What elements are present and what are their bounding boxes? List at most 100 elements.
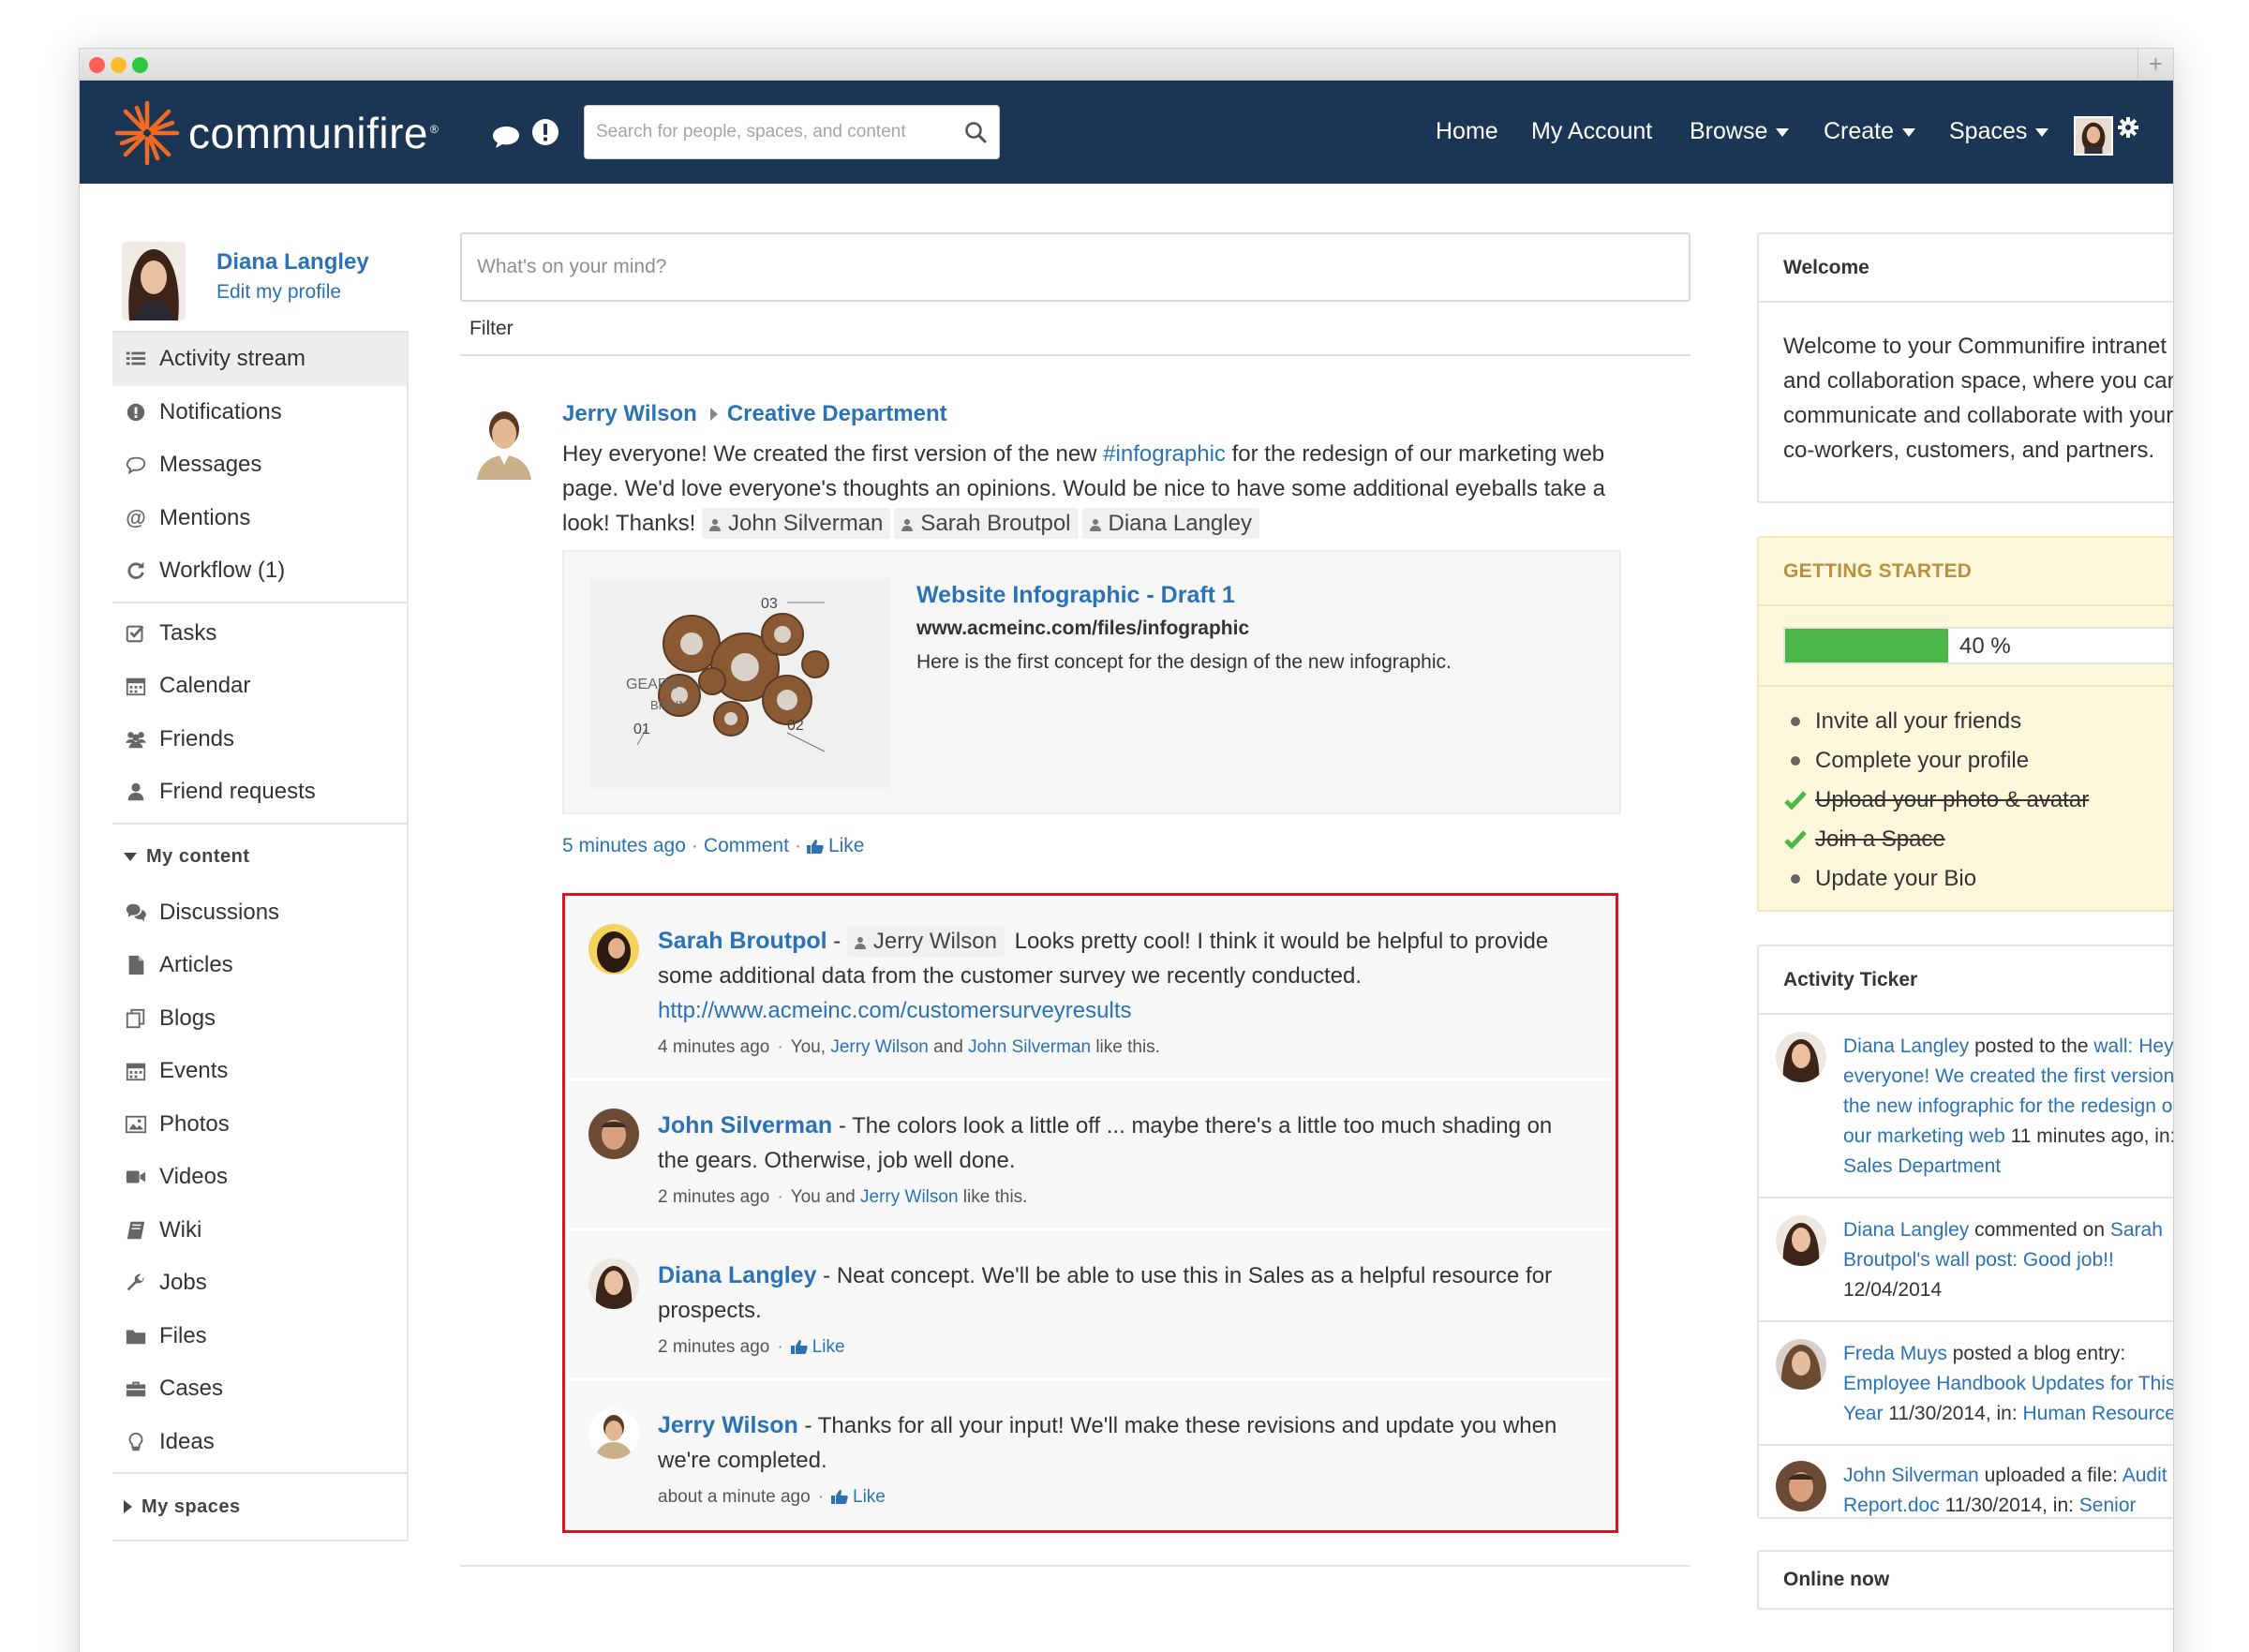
avatar[interactable]: [1776, 1461, 1826, 1511]
nav-spaces-menu[interactable]: Spaces: [1949, 118, 2049, 145]
checkmark-icon: [1784, 791, 1807, 811]
post-timestamp-link[interactable]: 5 minutes ago: [562, 835, 686, 856]
like-link[interactable]: Like: [831, 1487, 886, 1507]
checklist-item[interactable]: Upload your photo & avatar: [1783, 781, 2173, 820]
status-composer[interactable]: [460, 232, 1690, 302]
sidebar-item-calendar[interactable]: Calendar: [112, 660, 407, 713]
my-content-toggle[interactable]: My content: [112, 828, 407, 886]
nav-create-menu[interactable]: Create: [1824, 118, 1916, 145]
zoom-window-button[interactable]: [132, 57, 148, 73]
avatar[interactable]: [1776, 1032, 1826, 1082]
liker-link[interactable]: John Silverman: [968, 1037, 1091, 1057]
global-search[interactable]: [584, 105, 1000, 159]
sidebar-item-wiki[interactable]: Wiki: [112, 1204, 407, 1258]
comment-text: John Silverman - The colors look a littl…: [658, 1112, 1553, 1173]
mention-tag[interactable]: Jerry Wilson: [846, 926, 1005, 957]
new-tab-plus-icon[interactable]: +: [2137, 49, 2173, 81]
notifications-alert-icon[interactable]: [529, 116, 561, 148]
sidebar-item-mentions[interactable]: @ Mentions: [112, 492, 407, 545]
sidebar-item-activity-stream[interactable]: Activity stream: [112, 333, 407, 386]
avatar[interactable]: [588, 1109, 639, 1159]
profile-name-link[interactable]: Diana Langley: [216, 249, 369, 275]
ticker-user-link[interactable]: Diana Langley: [1843, 1035, 1969, 1057]
link-preview-title[interactable]: Website Infographic - Draft 1: [916, 582, 1235, 609]
hashtag-link[interactable]: #infographic: [1103, 441, 1226, 467]
sidebar-item-photos[interactable]: Photos: [112, 1098, 407, 1152]
likes-text: and: [928, 1037, 969, 1057]
liker-link[interactable]: Jerry Wilson: [830, 1037, 929, 1057]
search-icon[interactable]: [963, 120, 988, 144]
comment-author-link[interactable]: John Silverman: [658, 1112, 832, 1139]
sidebar-item-discussions[interactable]: Discussions: [112, 886, 407, 940]
ticker-text-part: posted to the: [1969, 1035, 2094, 1057]
mention-tag[interactable]: John Silverman: [701, 508, 891, 539]
checklist-item[interactable]: Update your Bio: [1783, 859, 2173, 899]
sidebar-item-notifications[interactable]: Notifications: [112, 386, 407, 439]
liker-link[interactable]: Jerry Wilson: [860, 1187, 959, 1207]
link-preview-card[interactable]: 03 GEARS BRAIN 01 02 Website Infographic…: [562, 550, 1621, 814]
sidebar-item-cases[interactable]: Cases: [112, 1362, 407, 1416]
sidebar-item-friends[interactable]: Friends: [112, 713, 407, 766]
ticker-user-link[interactable]: John Silverman: [1843, 1465, 1979, 1486]
separator-dot: ·: [817, 1487, 825, 1507]
filter-toggle[interactable]: Filter: [460, 302, 1690, 356]
like-link[interactable]: Like: [790, 1337, 845, 1357]
avatar[interactable]: [588, 924, 639, 975]
like-link[interactable]: Like: [806, 835, 864, 856]
comment-url-link[interactable]: http://www.acmeinc.com/customersurveyres…: [658, 998, 1132, 1023]
ticker-space-link[interactable]: Human Resources: [2023, 1403, 2174, 1424]
messages-speech-bubble-icon[interactable]: [490, 120, 522, 152]
sidebar-item-files[interactable]: Files: [112, 1310, 407, 1363]
post-space-link[interactable]: Creative Department: [727, 401, 947, 426]
avatar[interactable]: [588, 1258, 639, 1309]
infographic-thumbnail[interactable]: 03 GEARS BRAIN 01 02: [590, 578, 890, 788]
nav-my-account-link[interactable]: My Account: [1531, 118, 1652, 145]
bullet-icon: [1791, 874, 1800, 884]
avatar[interactable]: [1776, 1215, 1826, 1266]
sidebar-item-label: Blogs: [159, 1005, 216, 1031]
avatar[interactable]: [122, 242, 186, 320]
ticker-space-link[interactable]: Sales Department: [1843, 1155, 2001, 1177]
checklist-item[interactable]: Invite all your friends: [1783, 702, 2173, 741]
sidebar-item-videos[interactable]: Videos: [112, 1151, 407, 1204]
sidebar-item-jobs[interactable]: Jobs: [112, 1257, 407, 1310]
avatar[interactable]: [468, 401, 541, 480]
comment-author-link[interactable]: Jerry Wilson: [658, 1412, 798, 1438]
sidebar-item-messages[interactable]: Messages: [112, 439, 407, 492]
search-input[interactable]: [585, 106, 941, 158]
sidebar-item-tasks[interactable]: Tasks: [112, 607, 407, 661]
minimize-window-button[interactable]: [111, 57, 127, 73]
my-spaces-toggle[interactable]: My spaces: [112, 1478, 407, 1536]
comment-author-link[interactable]: Sarah Broutpol: [658, 928, 827, 954]
post-author-link[interactable]: Jerry Wilson: [562, 401, 697, 426]
likes-text: like this.: [1091, 1037, 1160, 1057]
ticker-user-link[interactable]: Diana Langley: [1843, 1219, 1969, 1241]
brand-logo[interactable]: communifire ®: [112, 97, 439, 169]
nav-browse-menu[interactable]: Browse: [1690, 118, 1790, 145]
mention-tag[interactable]: Sarah Broutpol: [894, 508, 1079, 539]
comment-author-link[interactable]: Diana Langley: [658, 1262, 817, 1288]
ticker-text-part: 11/30/2014, in:: [1939, 1495, 2079, 1516]
avatar[interactable]: [1776, 1339, 1826, 1390]
sidebar-item-articles[interactable]: Articles: [112, 939, 407, 992]
sidebar-item-events[interactable]: Events: [112, 1045, 407, 1098]
avatar[interactable]: [588, 1408, 639, 1459]
sidebar-item-blogs[interactable]: Blogs: [112, 992, 407, 1046]
user-avatar-menu[interactable]: [2074, 116, 2113, 156]
sidebar-item-workflow[interactable]: Workflow (1): [112, 544, 407, 598]
panel-title: Activity Ticker: [1759, 946, 2173, 1015]
ticker-user-link[interactable]: Freda Muys: [1843, 1343, 1947, 1364]
sidebar-item-friend-requests[interactable]: Friend requests: [112, 766, 407, 819]
status-input[interactable]: [462, 234, 1689, 300]
checklist-item[interactable]: Complete your profile: [1783, 741, 2173, 781]
checklist-item[interactable]: Join a Space: [1783, 820, 2173, 859]
edit-profile-link[interactable]: Edit my profile: [216, 281, 341, 304]
sidebar-item-label: Discussions: [159, 899, 280, 925]
comment-link[interactable]: Comment: [704, 835, 789, 856]
mention-tag[interactable]: Diana Langley: [1081, 508, 1259, 539]
close-window-button[interactable]: [89, 57, 105, 73]
ticker-space-link[interactable]: Senior: [2079, 1495, 2137, 1516]
settings-gear-icon[interactable]: [2117, 116, 2139, 139]
sidebar-item-ideas[interactable]: Ideas: [112, 1416, 407, 1469]
nav-home-link[interactable]: Home: [1436, 118, 1498, 145]
